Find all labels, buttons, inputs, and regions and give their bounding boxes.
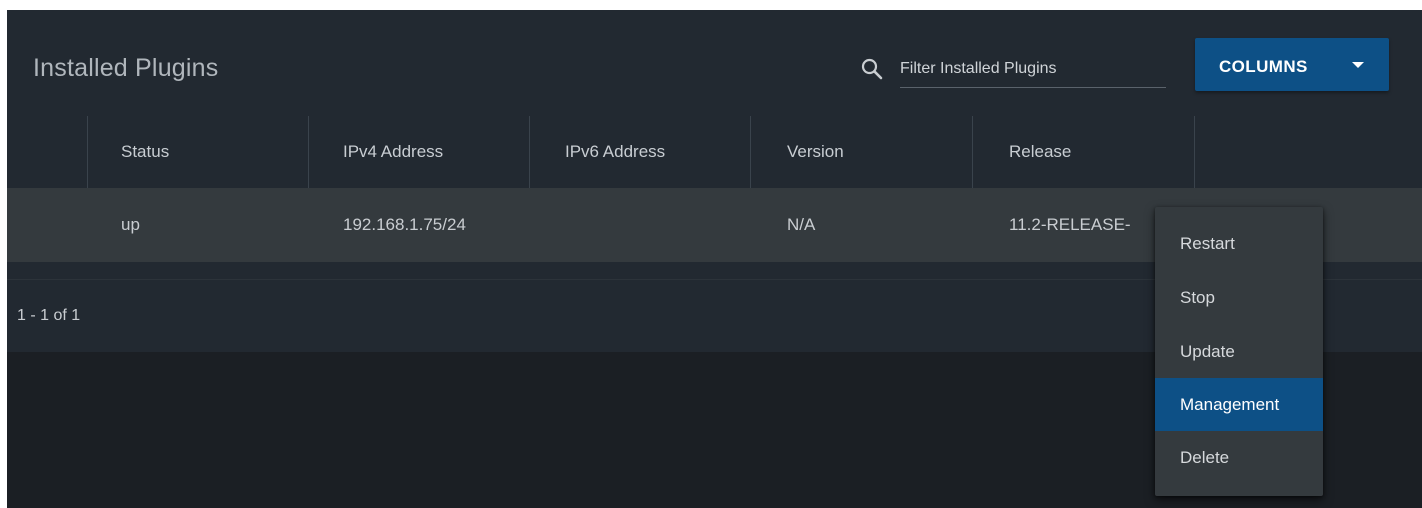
menu-item-management[interactable]: Management [1155, 378, 1323, 431]
column-divider [529, 116, 530, 188]
menu-item-delete[interactable]: Delete [1155, 431, 1323, 484]
column-divider [1194, 116, 1195, 188]
column-header-ipv6[interactable]: IPv6 Address [565, 116, 665, 188]
column-header-version[interactable]: Version [787, 116, 844, 188]
pagination-info: 1 - 1 of 1 [17, 307, 81, 324]
menu-item-restart[interactable]: Restart [1155, 217, 1323, 270]
card-header: Installed Plugins COLUMNS [7, 10, 1422, 116]
cell-status: up [121, 215, 140, 234]
menu-item-label: Restart [1180, 234, 1235, 253]
menu-item-stop[interactable]: Stop [1155, 271, 1323, 324]
columns-button[interactable]: COLUMNS [1195, 38, 1389, 91]
column-divider [750, 116, 751, 188]
column-header-ipv4[interactable]: IPv4 Address [343, 116, 443, 188]
menu-item-label: Delete [1180, 448, 1230, 467]
page-title: Installed Plugins [33, 54, 219, 82]
caret-down-icon [1352, 62, 1364, 68]
column-header-status[interactable]: Status [121, 116, 169, 188]
menu-item-update[interactable]: Update [1155, 325, 1323, 378]
column-divider [972, 116, 973, 188]
search-input[interactable] [900, 54, 1166, 84]
search-field [900, 54, 1166, 88]
menu-item-label: Update [1180, 342, 1235, 361]
app-frame: Installed Plugins COLUMNS Status IPv4 Ad… [7, 10, 1422, 508]
search-icon[interactable] [861, 58, 883, 80]
columns-button-label: COLUMNS [1219, 57, 1308, 76]
cell-ipv4: 192.168.1.75/24 [343, 215, 466, 234]
menu-item-label: Management [1180, 395, 1280, 414]
column-divider [308, 116, 309, 188]
cell-release: 11.2-RELEASE- [1009, 215, 1131, 234]
column-header-release[interactable]: Release [1009, 116, 1071, 188]
column-divider [87, 116, 88, 188]
menu-item-label: Stop [1180, 288, 1215, 307]
cell-version: N/A [787, 215, 816, 234]
table-header: Status IPv4 Address IPv6 Address Version… [7, 116, 1422, 188]
action-menu: Restart Stop Update Management Delete [1155, 207, 1323, 496]
